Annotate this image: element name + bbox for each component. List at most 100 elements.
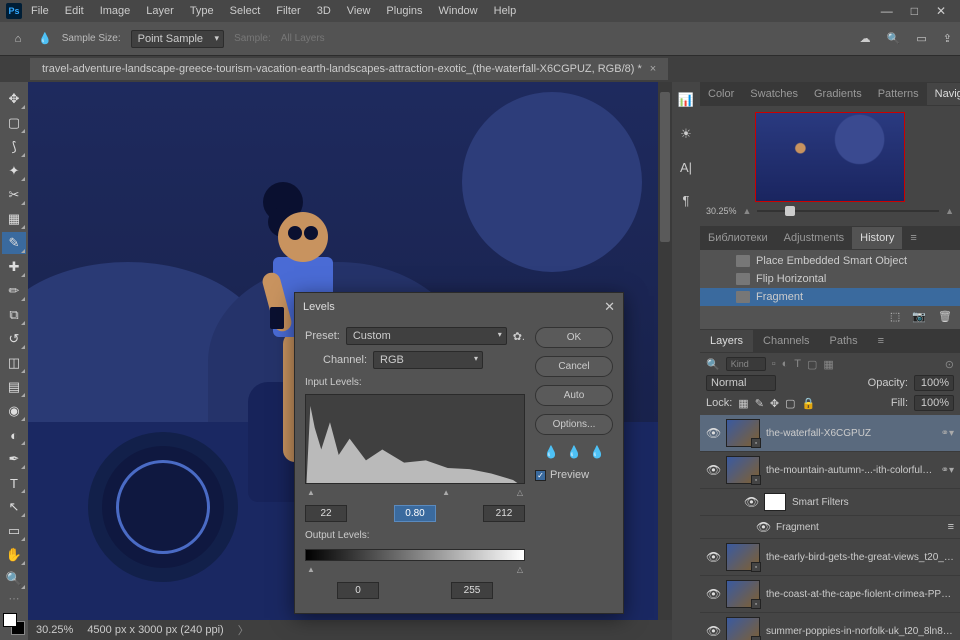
- stamp-tool[interactable]: ⧉: [2, 304, 26, 326]
- blur-tool[interactable]: ◉: [2, 400, 26, 422]
- blend-mode-dropdown[interactable]: Normal: [706, 375, 776, 391]
- search-icon[interactable]: 🔍: [887, 32, 901, 45]
- layer-filter-item[interactable]: 👁 Fragment ≡: [700, 516, 960, 539]
- link-icon[interactable]: ⚭▾: [941, 465, 954, 476]
- marquee-tool[interactable]: ▢: [2, 112, 26, 134]
- black-eyedropper-icon[interactable]: 💧: [544, 445, 559, 459]
- wand-tool[interactable]: ✦: [2, 160, 26, 182]
- tab-swatches[interactable]: Swatches: [742, 83, 806, 105]
- close-icon[interactable]: ✕: [604, 299, 615, 315]
- panel-menu-icon[interactable]: ≡: [868, 330, 894, 352]
- zoom-level[interactable]: 30.25%: [36, 624, 73, 636]
- dialog-titlebar[interactable]: Levels ✕: [295, 293, 623, 321]
- history-item[interactable]: Fragment: [700, 288, 960, 306]
- filter-adjust-icon[interactable]: ◐: [782, 358, 789, 370]
- cloud-user-icon[interactable]: ☁: [860, 32, 871, 45]
- tab-navigator[interactable]: Navigator: [927, 83, 960, 105]
- window-close[interactable]: ✕: [936, 4, 946, 18]
- link-icon[interactable]: ⚭▾: [941, 428, 954, 439]
- panel-menu-icon[interactable]: ≡: [902, 227, 924, 249]
- history-brush-tool[interactable]: ↺: [2, 328, 26, 350]
- adjustments-icon[interactable]: ☀: [680, 126, 692, 142]
- visibility-icon[interactable]: 👁: [706, 463, 720, 477]
- nav-zoom-slider[interactable]: [757, 210, 939, 212]
- tab-history[interactable]: History: [852, 227, 902, 249]
- character-icon[interactable]: A|: [680, 160, 692, 175]
- visibility-icon[interactable]: 👁: [744, 495, 758, 509]
- layer-row[interactable]: 👁 ▫ the-early-bird-gets-the-great-views_…: [700, 539, 960, 576]
- menu-3d[interactable]: 3D: [310, 2, 338, 20]
- input-gamma-field[interactable]: [394, 505, 436, 522]
- output-gradient[interactable]: [305, 549, 525, 561]
- tab-layers[interactable]: Layers: [700, 330, 753, 352]
- gear-icon[interactable]: ✿.: [513, 330, 525, 343]
- gray-eyedropper-icon[interactable]: 💧: [567, 445, 582, 459]
- filter-type-icon[interactable]: T: [794, 358, 801, 370]
- ok-button[interactable]: OK: [535, 327, 613, 348]
- sample-size-dropdown[interactable]: Point Sample: [131, 30, 224, 48]
- zoom-in-icon[interactable]: ▲: [945, 206, 954, 216]
- output-sliders[interactable]: ▲ △: [305, 565, 525, 574]
- preset-dropdown[interactable]: Custom: [346, 327, 507, 345]
- auto-button[interactable]: Auto: [535, 385, 613, 406]
- filter-shape-icon[interactable]: ▢: [807, 358, 817, 371]
- frame-tool[interactable]: ▦: [2, 208, 26, 230]
- crop-tool[interactable]: ✂: [2, 184, 26, 206]
- input-white-field[interactable]: [483, 505, 525, 522]
- layer-row[interactable]: 👁 ▫ summer-poppies-in-norfolk-uk_t20_8ln…: [700, 613, 960, 640]
- visibility-icon[interactable]: 👁: [706, 550, 720, 564]
- gradient-tool[interactable]: ▤: [2, 376, 26, 398]
- new-snapshot-icon[interactable]: ⬚: [890, 310, 900, 323]
- visibility-icon[interactable]: 👁: [706, 426, 720, 440]
- menu-file[interactable]: File: [24, 2, 56, 20]
- menu-edit[interactable]: Edit: [58, 2, 91, 20]
- menu-plugins[interactable]: Plugins: [379, 2, 429, 20]
- out-white-slider[interactable]: △: [517, 565, 523, 574]
- hand-tool[interactable]: ✋: [2, 544, 26, 566]
- cancel-button[interactable]: Cancel: [535, 356, 613, 377]
- filter-settings-icon[interactable]: ≡: [948, 521, 954, 533]
- channel-dropdown[interactable]: RGB: [373, 351, 483, 369]
- input-sliders[interactable]: ▲ ▲ △: [305, 488, 525, 497]
- type-tool[interactable]: T: [2, 472, 26, 494]
- tab-libraries[interactable]: Библиотеки: [700, 227, 776, 249]
- eyedropper-tool-icon[interactable]: 💧: [38, 32, 52, 45]
- eyedropper-tool[interactable]: ✎: [2, 232, 26, 254]
- tab-patterns[interactable]: Patterns: [870, 83, 927, 105]
- filter-kind-dropdown[interactable]: Kind: [726, 357, 766, 371]
- lock-paint-icon[interactable]: ✎: [755, 397, 764, 410]
- menu-window[interactable]: Window: [432, 2, 485, 20]
- menu-image[interactable]: Image: [93, 2, 138, 20]
- opacity-input[interactable]: 100%: [914, 375, 954, 391]
- visibility-icon[interactable]: 👁: [706, 624, 720, 638]
- zoom-out-icon[interactable]: ▲: [743, 206, 752, 216]
- close-tab-icon[interactable]: ×: [650, 63, 656, 75]
- workspace-icon[interactable]: ▭: [916, 32, 926, 45]
- history-item[interactable]: Flip Horizontal: [700, 270, 960, 288]
- tab-gradients[interactable]: Gradients: [806, 83, 870, 105]
- lock-trans-icon[interactable]: ▦: [738, 397, 748, 410]
- share-icon[interactable]: ⇪: [943, 32, 952, 45]
- lock-all-icon[interactable]: 🔒: [802, 397, 816, 410]
- layer-row[interactable]: 👁 ▫ the-coast-at-the-cape-fiolent-crimea…: [700, 576, 960, 613]
- home-icon[interactable]: ⌂: [8, 29, 28, 49]
- menu-help[interactable]: Help: [487, 2, 524, 20]
- shape-tool[interactable]: ▭: [2, 520, 26, 542]
- paragraph-icon[interactable]: ¶: [683, 193, 690, 208]
- history-item[interactable]: Place Embedded Smart Object: [700, 252, 960, 270]
- white-point-slider[interactable]: △: [517, 488, 523, 497]
- window-maximize[interactable]: □: [911, 4, 918, 18]
- menu-type[interactable]: Type: [183, 2, 221, 20]
- menu-filter[interactable]: Filter: [269, 2, 307, 20]
- lock-pos-icon[interactable]: ✥: [770, 397, 779, 410]
- menu-view[interactable]: View: [340, 2, 378, 20]
- eraser-tool[interactable]: ◫: [2, 352, 26, 374]
- zoom-tool[interactable]: 🔍: [2, 568, 26, 590]
- tab-channels[interactable]: Channels: [753, 330, 819, 352]
- heal-tool[interactable]: ✚: [2, 256, 26, 278]
- filter-smart-icon[interactable]: ▦: [823, 358, 833, 371]
- visibility-icon[interactable]: 👁: [706, 587, 720, 601]
- output-black-field[interactable]: [337, 582, 379, 599]
- filter-image-icon[interactable]: ▫: [772, 358, 776, 370]
- tab-color[interactable]: Color: [700, 83, 742, 105]
